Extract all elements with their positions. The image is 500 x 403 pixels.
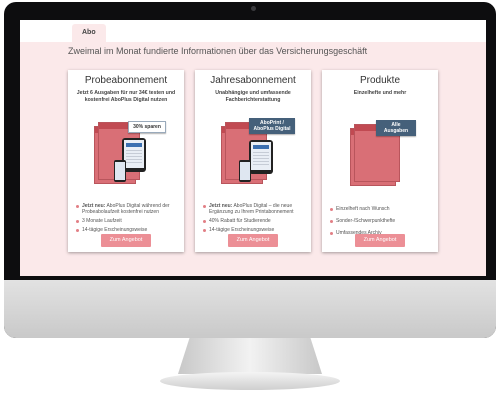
card-subtitle: Unabhängige und umfassende Fachberichter… [215,90,291,103]
card-probeabonnement: Probeabonnement Jetzt 6 Ausgaben für nur… [68,70,184,252]
monitor-stand-base [160,372,340,390]
screen: Abo Zweimal im Monat fundierte Informati… [20,20,486,276]
list-item: 14-tägige Erscheinungsweise [203,227,307,233]
list-item: Jetzt neu: AboPlus Digital – die neue Er… [203,203,307,215]
card-produkte: Produkte Einzelhefte und mehr Alle Ausga… [322,70,438,252]
magazine-illustration: Alle Ausgaben [342,112,420,192]
top-bar: Abo [20,20,486,42]
list-item: 14-tägige Erscheinungsweise [76,227,180,233]
card-title: Jahresabonnement [210,75,296,86]
monitor-stand-neck [178,338,322,374]
card-jahresabonnement: Jahresabonnement Unabhängige und umfasse… [195,70,311,252]
list-item: Jetzt neu: AboPlus Digital während der P… [76,203,180,215]
card-subtitle: Einzelhefte und mehr [353,90,407,96]
feature-list: Jetzt neu: AboPlus Digital während der P… [76,203,180,236]
list-item: 40% Rabatt für Studierende [203,218,307,224]
discount-badge: 30% sparen [128,121,166,133]
card-subtitle: Jetzt 6 Ausgaben für nur 34€ testen und … [76,90,176,103]
phone-image [114,160,126,182]
list-item: 3 Monate Laufzeit [76,218,180,224]
page-headline: Zweimal im Monat fundierte Informationen… [68,46,368,56]
list-item: Einzelheft nach Wunsch [330,206,434,212]
card-title: Produkte [359,75,401,86]
phone-image [239,160,251,182]
feature-list: Jetzt neu: AboPlus Digital – die neue Er… [203,203,307,236]
offer-button[interactable]: Zum Angebot [101,234,151,247]
offer-button[interactable]: Zum Angebot [228,234,278,247]
tablet-image [249,140,273,174]
magazine-illustration: AboPrint / AboPlus Digital [215,112,295,192]
list-item: Sonder-/Schwerpunkthefte [330,218,434,224]
offer-button[interactable]: Zum Angebot [355,234,405,247]
tab-abo[interactable]: Abo [72,24,106,42]
monitor-chin [4,280,496,338]
camera-dot [251,6,256,11]
subscription-badge: AboPrint / AboPlus Digital [249,118,295,134]
all-issues-badge: Alle Ausgaben [376,120,416,136]
card-title: Probeabonnement [84,75,168,86]
magazine-illustration: 30% sparen [88,112,166,192]
